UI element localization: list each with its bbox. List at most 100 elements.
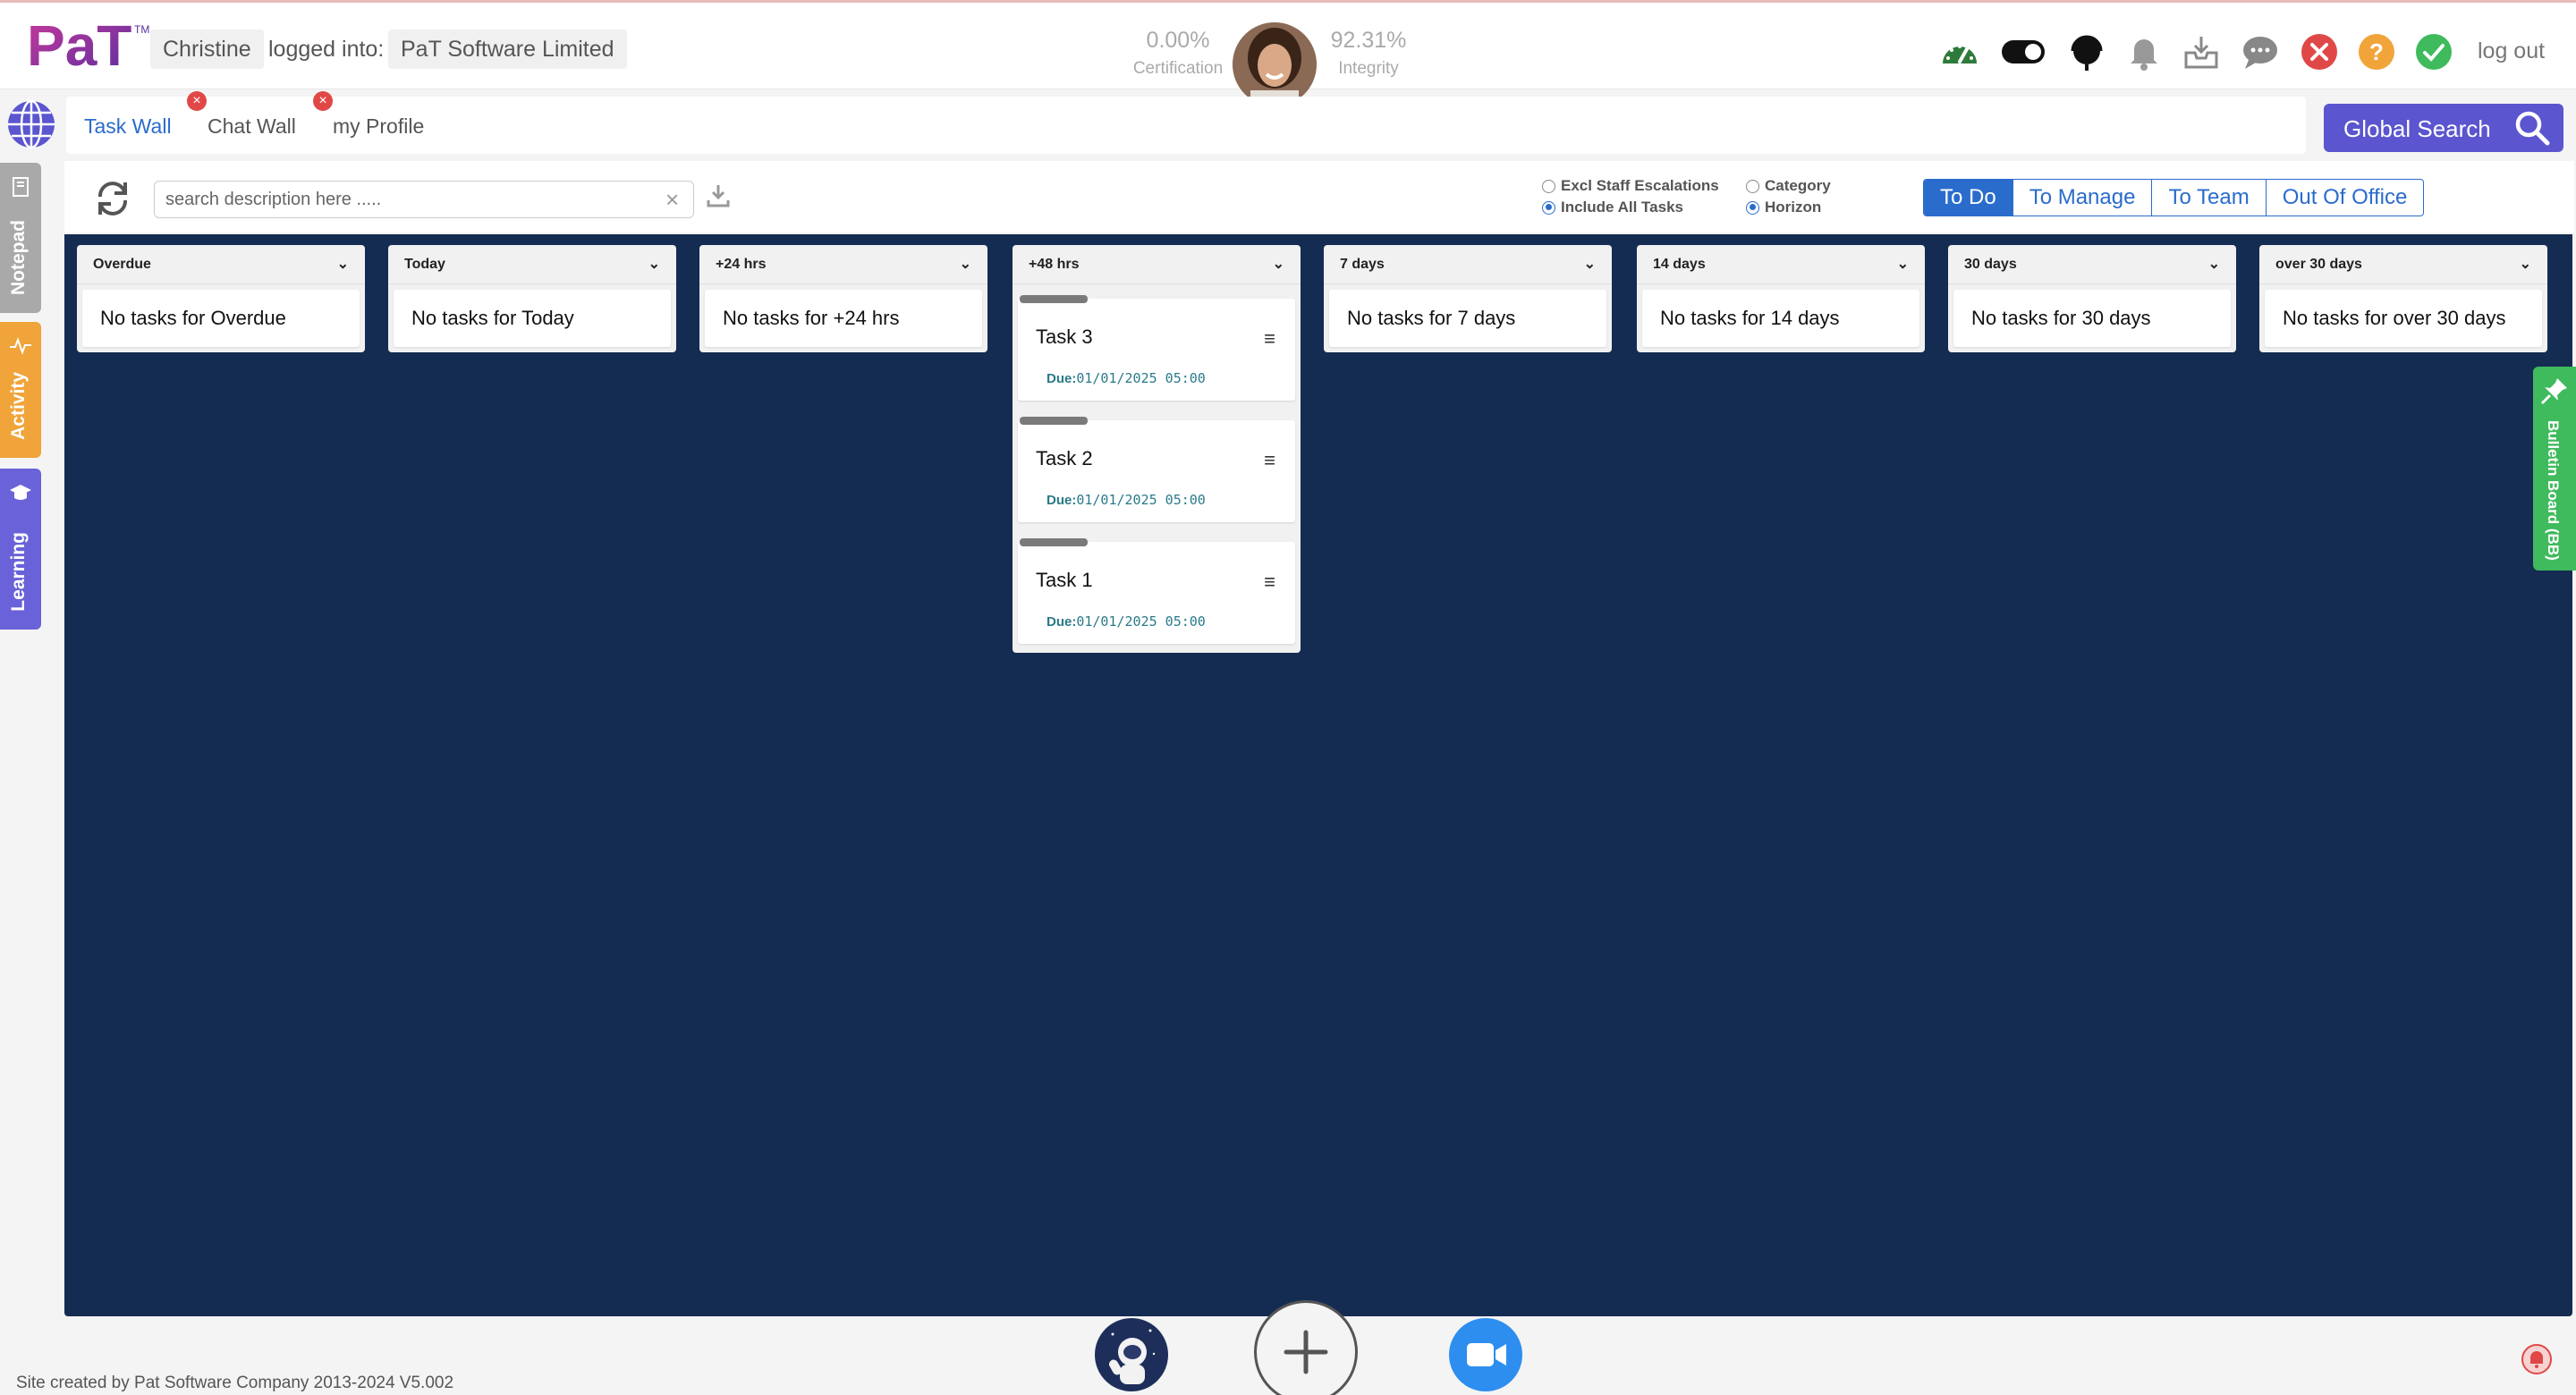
column-today: Today ⌄ No tasks for Today	[388, 245, 676, 352]
task-due-date: 01/01/2025 05:00	[1076, 613, 1206, 630]
view-to-manage-button[interactable]: To Manage	[2013, 180, 2153, 216]
view-to-do-button[interactable]: To Do	[1924, 180, 2013, 216]
side-tab-notepad[interactable]: Notepad	[0, 163, 41, 313]
option-excl-staff-escalations-label: Excl Staff Escalations	[1561, 177, 1719, 194]
toggle-icon[interactable]	[2000, 31, 2046, 72]
task-card[interactable]: Task 2 ≡ Due:01/01/2025 05:00	[1018, 417, 1295, 522]
tab-chat-wall-close-icon[interactable]: ×	[187, 91, 207, 111]
chevron-down-icon[interactable]: ⌄	[2520, 245, 2531, 284]
chat-bubble-icon[interactable]	[2240, 31, 2281, 72]
column-title: 7 days	[1340, 257, 1385, 272]
empty-message: No tasks for +24 hrs	[705, 290, 982, 347]
logout-link[interactable]: log out	[2478, 38, 2545, 64]
tab-chat-wall[interactable]: Chat Wall	[208, 114, 296, 139]
task-priority-bar	[1020, 538, 1088, 546]
task-card[interactable]: Task 1 ≡ Due:01/01/2025 05:00	[1018, 538, 1295, 644]
option-category[interactable]: Category	[1746, 177, 1831, 195]
close-circle-icon[interactable]	[2299, 31, 2340, 72]
view-selector: To Do To Manage To Team Out Of Office	[1923, 179, 2425, 216]
column-header[interactable]: 30 days ⌄	[1948, 245, 2236, 284]
radio-excl-staff-escalations[interactable]	[1542, 179, 1555, 193]
top-header: PaT TM Christine logged into: PaT Softwa…	[0, 0, 2576, 106]
svg-text:?: ?	[2369, 38, 2384, 65]
footer-text: Site created by Pat Software Company 201…	[16, 1374, 454, 1392]
option-horizon[interactable]: Horizon	[1746, 199, 1821, 216]
column-header[interactable]: over 30 days ⌄	[2259, 245, 2547, 284]
bell-icon[interactable]	[2123, 31, 2165, 72]
check-circle-icon[interactable]	[2413, 31, 2454, 72]
radio-include-all-tasks[interactable]	[1542, 200, 1555, 215]
tab-my-profile-close-icon[interactable]: ×	[313, 91, 333, 111]
task-menu-icon[interactable]: ≡	[1264, 449, 1275, 472]
column-14-days: 14 days ⌄ No tasks for 14 days	[1637, 245, 1925, 352]
download-icon[interactable]	[705, 182, 732, 209]
global-search-label: Global Search	[2343, 115, 2491, 142]
view-out-of-office-button[interactable]: Out Of Office	[2267, 180, 2424, 216]
chevron-down-icon[interactable]: ⌄	[2208, 245, 2220, 284]
column-30-days: 30 days ⌄ No tasks for 30 days	[1948, 245, 2236, 352]
bulletin-board-tab[interactable]: Bulletin Board (BB)	[2533, 367, 2576, 571]
chevron-down-icon[interactable]: ⌄	[960, 245, 971, 284]
option-excl-staff-escalations[interactable]: Excl Staff Escalations	[1542, 177, 1719, 195]
chevron-down-icon[interactable]: ⌄	[1897, 245, 1909, 284]
help-icon[interactable]: ?	[2356, 31, 2397, 72]
column-header[interactable]: Overdue ⌄	[77, 245, 365, 284]
column-title: +48 hrs	[1029, 257, 1080, 272]
chevron-down-icon[interactable]: ⌄	[1273, 245, 1284, 284]
task-card[interactable]: Task 3 ≡ Due:01/01/2025 05:00	[1018, 295, 1295, 401]
radio-category[interactable]	[1746, 179, 1759, 193]
side-tab-learning[interactable]: Learning	[0, 469, 41, 630]
integrity-label: Integrity	[1338, 59, 1399, 78]
avatar[interactable]	[1233, 22, 1317, 106]
side-tab-activity[interactable]: Activity	[0, 322, 41, 458]
task-due-date: 01/01/2025 05:00	[1076, 492, 1206, 508]
column-over-30-days: over 30 days ⌄ No tasks for over 30 days	[2259, 245, 2547, 352]
activity-pulse-icon	[10, 337, 31, 355]
pat-logo[interactable]: PaT TM	[27, 15, 150, 74]
task-name: Task 3	[1036, 326, 1093, 348]
certification-stat: 0.00% Certification	[1129, 28, 1227, 79]
column-header[interactable]: Today ⌄	[388, 245, 676, 284]
globe-icon[interactable]	[5, 98, 57, 150]
side-tab-activity-label: Activity	[8, 372, 29, 440]
headset-icon[interactable]	[2066, 31, 2107, 72]
tab-task-wall[interactable]: Task Wall	[84, 114, 172, 139]
column-header[interactable]: +24 hrs ⌄	[699, 245, 987, 284]
add-button[interactable]	[1254, 1300, 1358, 1395]
chevron-down-icon[interactable]: ⌄	[337, 245, 349, 284]
chevron-down-icon[interactable]: ⌄	[1584, 245, 1596, 284]
option-include-all-tasks[interactable]: Include All Tasks	[1542, 199, 1683, 216]
side-tab-learning-label: Learning	[8, 532, 29, 612]
integrity-stat: 92.31% Integrity	[1324, 28, 1413, 79]
refresh-icon[interactable]	[93, 179, 132, 218]
task-name: Task 1	[1036, 569, 1093, 591]
task-priority-bar	[1020, 417, 1088, 425]
column-title: +24 hrs	[716, 257, 767, 272]
user-name: Christine	[150, 30, 264, 69]
video-call-button[interactable]	[1449, 1318, 1522, 1391]
speedometer-icon[interactable]	[1939, 31, 1980, 72]
view-to-team-button[interactable]: To Team	[2152, 180, 2267, 216]
video-camera-icon	[1467, 1343, 1506, 1366]
column-overdue: Overdue ⌄ No tasks for Overdue	[77, 245, 365, 352]
column-header[interactable]: 7 days ⌄	[1324, 245, 1612, 284]
search-input[interactable]	[154, 181, 694, 218]
inbox-icon[interactable]	[2181, 31, 2222, 72]
column-header[interactable]: 14 days ⌄	[1637, 245, 1925, 284]
task-menu-icon[interactable]: ≡	[1264, 571, 1275, 594]
task-menu-icon[interactable]: ≡	[1264, 327, 1275, 351]
task-toolbar: × Excl Staff Escalations Include All Tas…	[64, 161, 2574, 232]
task-due: Due:01/01/2025 05:00	[1046, 613, 1206, 630]
tab-my-profile[interactable]: my Profile	[333, 114, 424, 139]
search-clear-icon[interactable]: ×	[665, 186, 679, 214]
empty-message: No tasks for 7 days	[1329, 290, 1606, 347]
empty-message: No tasks for Overdue	[82, 290, 360, 347]
radio-horizon[interactable]	[1746, 200, 1759, 215]
chevron-down-icon[interactable]: ⌄	[648, 245, 660, 284]
global-search-button[interactable]: Global Search	[2324, 104, 2563, 152]
option-category-label: Category	[1765, 177, 1831, 194]
column-24-hrs: +24 hrs ⌄ No tasks for +24 hrs	[699, 245, 987, 352]
column-header[interactable]: +48 hrs ⌄	[1013, 245, 1301, 284]
astronaut-icon[interactable]	[1095, 1318, 1168, 1391]
alert-bell-icon[interactable]	[2521, 1343, 2553, 1375]
